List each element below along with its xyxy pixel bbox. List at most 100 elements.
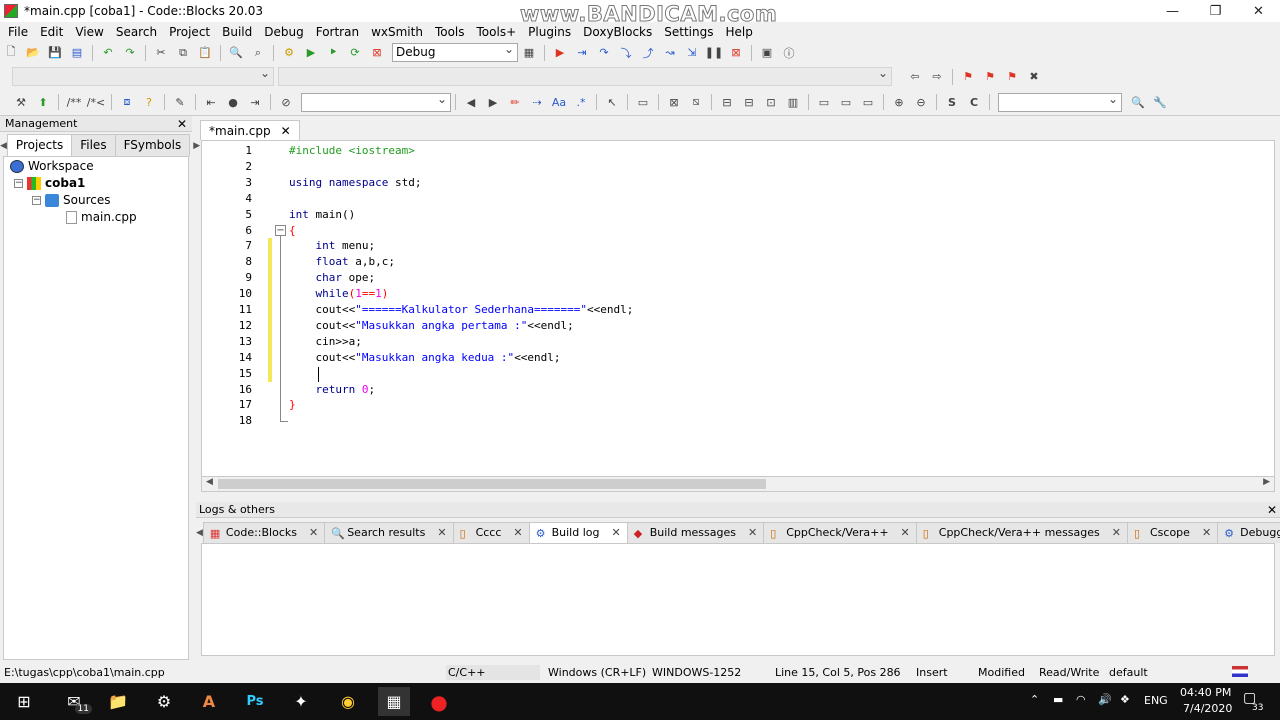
line-comment-icon[interactable]: /*<	[86, 93, 106, 111]
code-editor[interactable]: 1 #include <iostream> 2 3 using namespace st…	[201, 140, 1275, 492]
file-explorer-icon[interactable]: 📁	[102, 687, 134, 716]
zoom-in-icon[interactable]: ⊕	[889, 93, 909, 111]
tree-node-project[interactable]: − coba1	[14, 175, 85, 191]
step-forward-icon[interactable]: ⇥	[245, 93, 265, 111]
zoom-out-icon[interactable]: ⊖	[911, 93, 931, 111]
step-into-instruction-icon[interactable]: ⇲	[682, 44, 702, 62]
scroll-left-icon[interactable]: ◀	[206, 477, 213, 487]
close-tab-icon[interactable]: ✕	[1202, 526, 1211, 539]
extract-docs-icon[interactable]: ⬆	[33, 93, 53, 111]
tree-node-sources[interactable]: − Sources	[32, 192, 110, 208]
debug-windows-icon[interactable]: ▣	[757, 44, 777, 62]
html-docs-icon[interactable]: ⧈	[117, 93, 137, 111]
tree-node-main-cpp[interactable]: main.cpp	[66, 209, 137, 225]
abort-icon[interactable]: ⊠	[367, 44, 387, 62]
shape-5-icon[interactable]: ▭	[814, 93, 834, 111]
box-arrow-icon[interactable]: ⧅	[686, 93, 706, 111]
codeblocks-taskbar-icon[interactable]: ▦	[378, 687, 410, 716]
chm-docs-icon[interactable]: ?	[139, 93, 159, 111]
close-management-icon[interactable]: ✕	[177, 116, 187, 132]
menu-debug[interactable]: Debug	[258, 25, 309, 39]
shape-4-icon[interactable]: ▥	[783, 93, 803, 111]
open-folder-icon[interactable]: 📂	[23, 44, 43, 62]
tool-icon[interactable]: ⚙	[148, 687, 180, 716]
run-to-cursor-icon[interactable]: ⇥	[572, 44, 592, 62]
menu-edit[interactable]: Edit	[34, 25, 69, 39]
stop-debugger-icon[interactable]: ⊠	[726, 44, 746, 62]
scope-select[interactable]	[12, 65, 274, 86]
menu-tools[interactable]: Tools	[429, 25, 471, 39]
code-line[interactable]: 11 cout<<"======Kalkulator Sederhana====…	[202, 302, 1272, 318]
paste-icon[interactable]: 📋	[195, 44, 215, 62]
code-line[interactable]: 7 int menu;	[202, 238, 1272, 255]
shape-3-icon[interactable]: ⊡	[761, 93, 781, 111]
redo-icon[interactable]: ↷	[120, 44, 140, 62]
new-file-icon[interactable]: 🗋	[1, 44, 21, 62]
jump-forward-icon[interactable]: ⇨	[927, 68, 947, 86]
collapse-icon[interactable]: −	[32, 195, 41, 205]
input-language[interactable]: ENG	[1144, 694, 1168, 707]
code-line[interactable]: 13 cin>>a;	[202, 333, 1272, 350]
step-into-icon[interactable]: ⤵	[616, 44, 636, 62]
volume-icon[interactable]: 🔊	[1098, 693, 1112, 706]
next-instruction-icon[interactable]: ↝	[660, 44, 680, 62]
jump-back-icon[interactable]: ⇦	[905, 68, 925, 86]
block-comment-icon[interactable]: /**	[64, 93, 84, 111]
tab-files[interactable]: Files	[71, 134, 116, 156]
chrome-icon[interactable]: ◉	[332, 687, 364, 716]
symbol-c-icon[interactable]: C	[964, 93, 984, 111]
find-icon[interactable]: 🔍	[226, 44, 246, 62]
doxyblocks-config-icon[interactable]: ✎	[170, 93, 190, 111]
logs-tab-cccc[interactable]: ▯ Cccc ✕	[452, 522, 530, 543]
shape-2-icon[interactable]: ⊟	[739, 93, 759, 111]
code-line[interactable]: 3 using namespace std;	[202, 175, 1272, 191]
find-previous-icon[interactable]: ◀	[461, 93, 481, 111]
previous-bookmark-icon[interactable]: ⚑	[980, 68, 1000, 86]
close-tab-icon[interactable]: ✕	[437, 526, 446, 539]
code-line[interactable]: 10 while(1==1)	[202, 286, 1272, 303]
menu-project[interactable]: Project	[163, 25, 216, 39]
menu-settings[interactable]: Settings	[658, 25, 719, 39]
menu-fortran[interactable]: Fortran	[310, 25, 365, 39]
code-line[interactable]: 5 int main()	[202, 207, 1272, 223]
close-tab-icon[interactable]: ✕	[281, 124, 291, 138]
rectangle-icon[interactable]: ▭	[633, 93, 653, 111]
logs-tab-cppcheck-vera-[interactable]: ▯ CppCheck/Vera++ ✕	[763, 522, 917, 543]
toggle-bookmark-icon[interactable]: ⚑	[958, 68, 978, 86]
debug-start-icon[interactable]: ▶	[550, 44, 570, 62]
logs-tab-debugger[interactable]: ⚙Debugger✕	[1217, 522, 1280, 543]
logs-scroll-left-icon[interactable]: ◀	[196, 528, 203, 543]
step-out-icon[interactable]: ⤴	[638, 44, 658, 62]
build-target-select[interactable]: Debug	[392, 41, 518, 62]
logs-content[interactable]	[201, 543, 1275, 656]
box-cross-icon[interactable]: ⊠	[664, 93, 684, 111]
code-line[interactable]: 1 #include <iostream>	[202, 143, 1272, 159]
code-line[interactable]: 15	[202, 365, 1272, 382]
close-tab-icon[interactable]: ✕	[901, 526, 910, 539]
copy-icon[interactable]: ⧉	[173, 44, 193, 62]
close-tab-icon[interactable]: ✕	[612, 526, 621, 539]
scroll-right-icon[interactable]: ▶	[1263, 477, 1270, 487]
menu-view[interactable]: View	[69, 25, 109, 39]
build-gear-icon[interactable]: ⚙	[279, 44, 299, 62]
symbol-s-icon[interactable]: S	[942, 93, 962, 111]
code-line[interactable]: 4	[202, 191, 1272, 207]
menu-wxsmith[interactable]: wxSmith	[365, 25, 429, 39]
code-line[interactable]: 2	[202, 159, 1272, 175]
editor-horizontal-scrollbar[interactable]: ◀ ▶	[201, 476, 1275, 492]
step-back-icon[interactable]: ⇤	[201, 93, 221, 111]
tray-expand-icon[interactable]: ⌃	[1030, 693, 1039, 706]
doxywizard-icon[interactable]: ⚒	[11, 93, 31, 111]
clear-icon[interactable]: ⊘	[276, 93, 296, 111]
menu-tools-[interactable]: Tools+	[471, 25, 523, 39]
menu-help[interactable]: Help	[719, 25, 758, 39]
app-icon[interactable]: ✦	[285, 687, 317, 716]
pause-icon[interactable]: ❚❚	[704, 44, 724, 62]
clock-date[interactable]: 7/4/2020	[1183, 702, 1232, 715]
windows-start-icon[interactable]: ⊞	[8, 687, 40, 716]
close-tab-icon[interactable]: ✕	[1112, 526, 1121, 539]
undo-icon[interactable]: ↶	[98, 44, 118, 62]
wifi-icon[interactable]: ◠	[1076, 693, 1086, 706]
menu-plugins[interactable]: Plugins	[522, 25, 577, 39]
search-settings-icon[interactable]: 🔧	[1150, 93, 1170, 111]
